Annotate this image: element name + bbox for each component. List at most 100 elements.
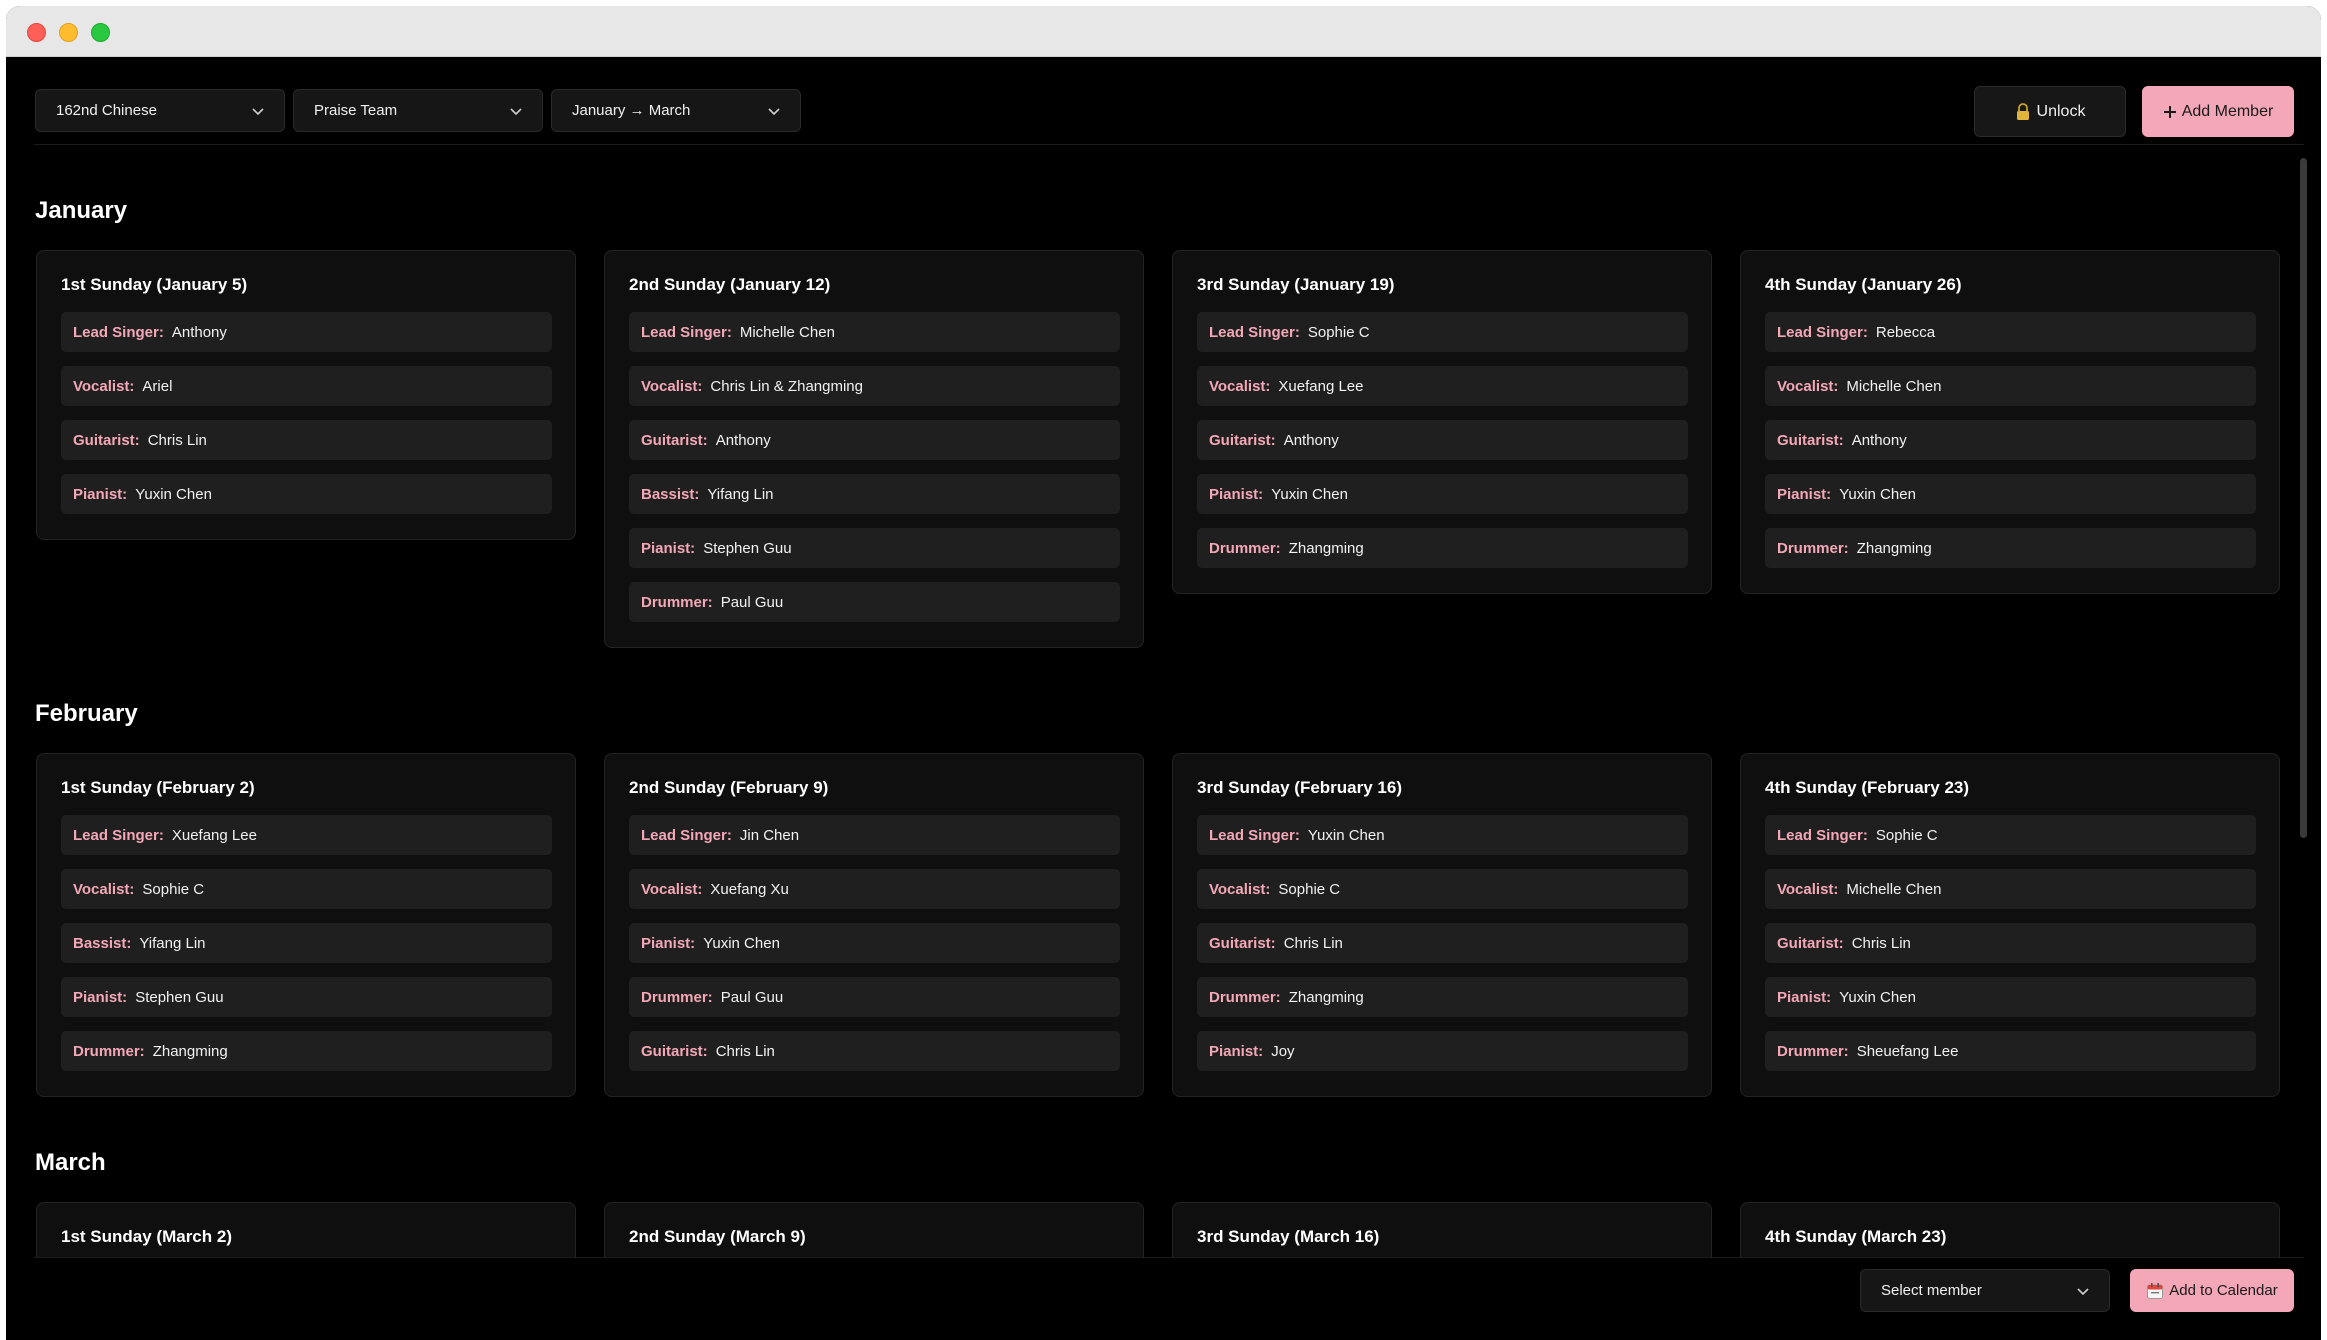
role-label: Guitarist: xyxy=(73,431,140,449)
role-label: Guitarist: xyxy=(641,1042,708,1060)
member-name: Joy xyxy=(1271,1042,1295,1060)
sunday-card: 4th Sunday (March 23) xyxy=(1740,1202,2280,1257)
close-window-button[interactable] xyxy=(27,23,46,42)
schedule-content: January 1st Sunday (January 5) Lead Sing… xyxy=(6,145,2291,1257)
role-label: Pianist: xyxy=(1209,485,1264,503)
role-label: Vocalist: xyxy=(73,377,135,395)
sunday-card: 1st Sunday (January 5) Lead Singer: Antho… xyxy=(36,250,576,540)
scrollbar[interactable] xyxy=(2296,156,2310,1256)
service-dropdown[interactable]: 162nd Chinese xyxy=(35,89,285,132)
month-title: January xyxy=(35,197,128,224)
role-row: Lead Singer: Sophie C xyxy=(1765,815,2256,855)
member-name: Chris Lin xyxy=(147,431,207,449)
member-name: Chris Lin xyxy=(715,1042,775,1060)
role-row: Vocalist: Xuefang Lee xyxy=(1197,366,1688,406)
sunday-title: 3rd Sunday (January 19) xyxy=(1197,275,1395,294)
unlock-label: Unlock xyxy=(2036,102,2086,120)
role-label: Lead Singer: xyxy=(1209,826,1300,844)
role-row: Lead Singer: Jin Chen xyxy=(629,815,1120,855)
role-row: Guitarist: Anthony xyxy=(1765,420,2256,460)
select-member-dropdown[interactable]: Select member xyxy=(1860,1269,2110,1312)
role-label: Pianist: xyxy=(641,539,696,557)
role-label: Lead Singer: xyxy=(73,323,164,341)
role-label: Lead Singer: xyxy=(641,323,732,341)
maximize-window-button[interactable] xyxy=(91,23,110,42)
sunday-card: 3rd Sunday (March 16) xyxy=(1172,1202,1712,1257)
lock-icon xyxy=(2016,102,2029,120)
sunday-title: 1st Sunday (February 2) xyxy=(61,778,255,797)
service-dropdown-value: 162nd Chinese xyxy=(56,102,157,119)
member-name: Xuefang Xu xyxy=(710,880,789,898)
unlock-button[interactable]: Unlock xyxy=(1974,86,2126,137)
member-name: Yuxin Chen xyxy=(1839,988,1916,1006)
role-row: Guitarist: Chris Lin xyxy=(1765,923,2256,963)
minimize-window-button[interactable] xyxy=(59,23,78,42)
role-row: Pianist: Yuxin Chen xyxy=(61,474,552,514)
chevron-down-icon xyxy=(2077,1288,2089,1296)
role-label: Vocalist: xyxy=(641,880,703,898)
toolbar: 162nd Chinese Praise Team January → Marc… xyxy=(6,57,2321,145)
sunday-card: 3rd Sunday (February 16) Lead Singer: Yux… xyxy=(1172,753,1712,1097)
month-title: February xyxy=(35,700,138,727)
member-name: Anthony xyxy=(1851,431,1907,449)
add-member-button[interactable]: Add Member xyxy=(2142,86,2294,137)
date-range-dropdown[interactable]: January → March xyxy=(551,89,801,132)
member-name: Paul Guu xyxy=(720,988,784,1006)
role-row: Vocalist: Xuefang Xu xyxy=(629,869,1120,909)
role-row: Drummer: Paul Guu xyxy=(629,977,1120,1017)
sunday-title: 1st Sunday (January 5) xyxy=(61,275,248,294)
bottom-bar: Select member Add to Calendar xyxy=(6,1257,2321,1340)
role-label: Drummer: xyxy=(1777,1042,1849,1060)
role-label: Lead Singer: xyxy=(1777,826,1868,844)
role-row: Guitarist: Chris Lin xyxy=(629,1031,1120,1071)
member-name: Sophie C xyxy=(1307,323,1370,341)
role-row: Pianist: Yuxin Chen xyxy=(1765,474,2256,514)
member-name: Chris Lin & Zhangming xyxy=(710,377,863,395)
scrollbar-thumb[interactable] xyxy=(2300,158,2307,838)
sunday-card: 2nd Sunday (March 9) xyxy=(604,1202,1144,1257)
member-name: Sophie C xyxy=(142,880,205,898)
sunday-card: 2nd Sunday (February 9) Lead Singer: Jin … xyxy=(604,753,1144,1097)
role-row: Drummer: Zhangming xyxy=(1765,528,2256,568)
sunday-title: 4th Sunday (March 23) xyxy=(1765,1227,1947,1246)
role-label: Vocalist: xyxy=(1209,377,1271,395)
role-label: Guitarist: xyxy=(1777,934,1844,952)
member-name: Anthony xyxy=(715,431,771,449)
member-name: Michelle Chen xyxy=(1846,880,1942,898)
sunday-title: 2nd Sunday (January 12) xyxy=(629,275,831,294)
role-row: Vocalist: Sophie C xyxy=(61,869,552,909)
member-name: Sheuefang Lee xyxy=(1856,1042,1959,1060)
sunday-title: 1st Sunday (March 2) xyxy=(61,1227,232,1246)
plus-icon xyxy=(2163,105,2176,118)
role-row: Guitarist: Chris Lin xyxy=(1197,923,1688,963)
member-name: Xuefang Lee xyxy=(1278,377,1364,395)
role-row: Vocalist: Chris Lin & Zhangming xyxy=(629,366,1120,406)
member-name: Xuefang Lee xyxy=(171,826,257,844)
member-name: Anthony xyxy=(171,323,227,341)
member-name: Yuxin Chen xyxy=(1271,485,1348,503)
role-label: Drummer: xyxy=(1209,988,1281,1006)
add-to-calendar-button[interactable]: Add to Calendar xyxy=(2130,1269,2294,1312)
member-name: Chris Lin xyxy=(1851,934,1911,952)
role-row: Lead Singer: Rebecca xyxy=(1765,312,2256,352)
member-name: Sophie C xyxy=(1875,826,1938,844)
role-label: Vocalist: xyxy=(73,880,135,898)
sunday-title: 4th Sunday (February 23) xyxy=(1765,778,1970,797)
role-row: Guitarist: Chris Lin xyxy=(61,420,552,460)
month-title: March xyxy=(35,1149,106,1176)
role-row: Pianist: Yuxin Chen xyxy=(629,923,1120,963)
team-dropdown[interactable]: Praise Team xyxy=(293,89,543,132)
role-label: Drummer: xyxy=(73,1042,145,1060)
member-name: Michelle Chen xyxy=(739,323,835,341)
member-name: Zhangming xyxy=(1288,988,1364,1006)
member-name: Jin Chen xyxy=(739,826,800,844)
member-name: Zhangming xyxy=(1856,539,1932,557)
team-dropdown-value: Praise Team xyxy=(314,102,398,119)
member-name: Yuxin Chen xyxy=(1307,826,1385,844)
sunday-card: 2nd Sunday (January 12) Lead Singer: Mich… xyxy=(604,250,1144,648)
role-label: Lead Singer: xyxy=(73,826,164,844)
calendar-icon xyxy=(2147,1282,2164,1299)
sunday-title: 2nd Sunday (March 9) xyxy=(629,1227,806,1246)
member-name: Yuxin Chen xyxy=(135,485,212,503)
sunday-title: 3rd Sunday (March 16) xyxy=(1197,1227,1380,1246)
